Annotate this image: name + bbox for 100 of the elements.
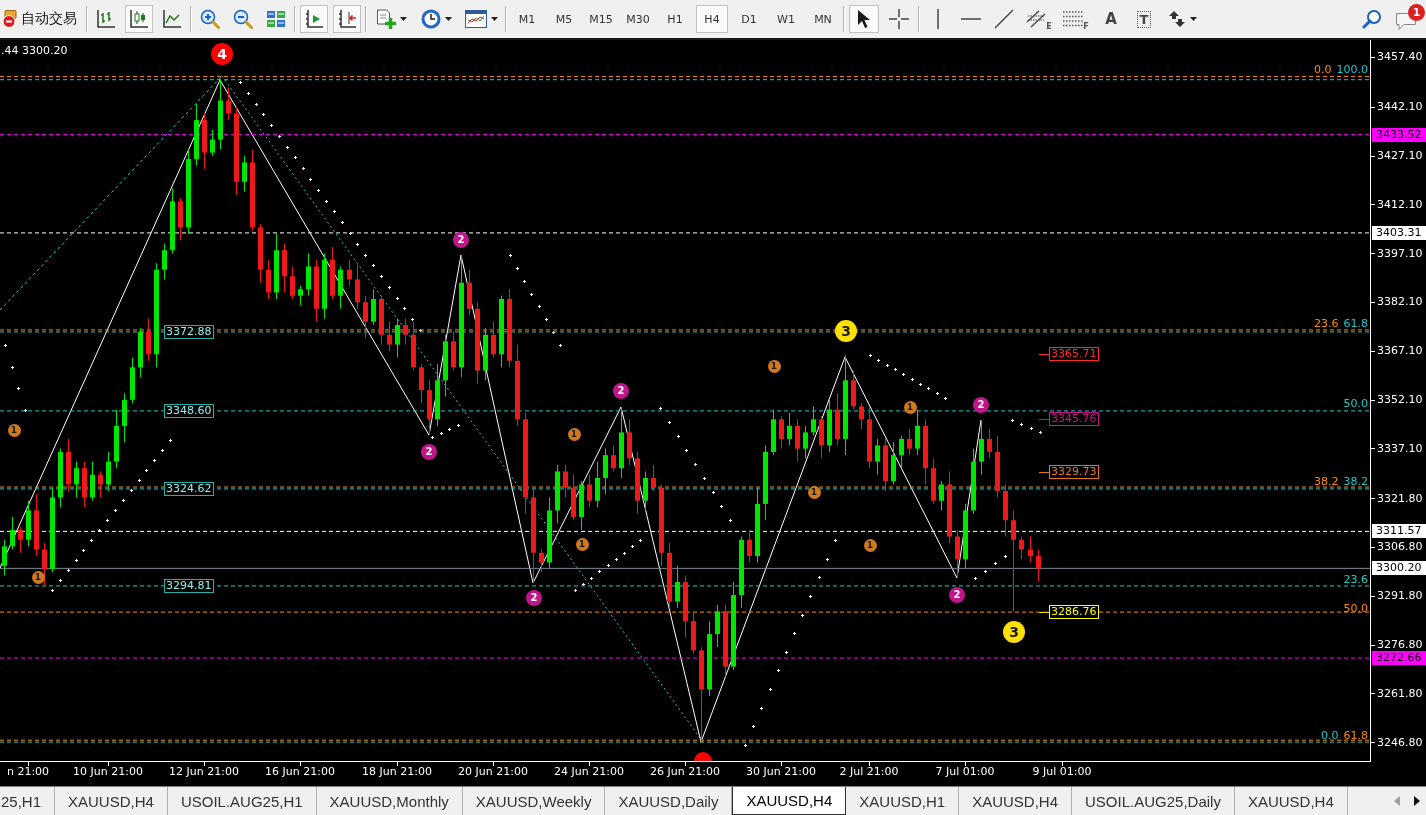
notification-badge: 1 <box>1408 4 1425 21</box>
candlestick-chart-button[interactable] <box>125 5 153 33</box>
candlestick <box>419 363 424 404</box>
price-axis-label: 3321.80 <box>1377 491 1423 505</box>
stop-sign-icon <box>2 10 17 28</box>
candlestick <box>1019 536 1024 560</box>
caret-icon <box>490 17 498 21</box>
wave-number-marker: 2 <box>421 444 437 460</box>
timeframe-button[interactable]: W1 <box>770 5 802 33</box>
wave-number-marker: 1 <box>31 570 45 584</box>
wave-number-marker: 3 <box>1003 621 1025 643</box>
candlestick <box>611 444 616 472</box>
timeframe-button[interactable]: M30 <box>622 5 654 33</box>
candlestick <box>162 243 167 280</box>
text-tool-button[interactable]: A <box>1097 5 1125 33</box>
candlestick <box>355 262 360 310</box>
candlestick <box>1036 549 1041 582</box>
timeframe-button[interactable]: H4 <box>696 5 728 33</box>
chart-shift-button[interactable] <box>333 5 361 33</box>
candlestick <box>787 412 792 446</box>
target-price-label: 3365.71 <box>1049 347 1099 361</box>
chart-tab[interactable]: USOIL.AUG25,H1 <box>167 787 317 815</box>
auto-trading-button[interactable]: 自动交易 <box>0 5 82 33</box>
timeframe-button[interactable]: MN <box>807 5 839 33</box>
chart-tab[interactable]: XAUUSD,H1 <box>846 787 960 815</box>
timeframe-button[interactable]: M15 <box>585 5 617 33</box>
axis-arrow-icon <box>337 9 357 29</box>
candlestick <box>587 474 592 508</box>
candlestick <box>90 461 95 502</box>
candlestick <box>803 425 808 459</box>
timeframe-button[interactable]: H1 <box>659 5 691 33</box>
arrows-icon <box>1167 10 1186 28</box>
search-icon <box>1362 9 1382 29</box>
chart-tab[interactable]: XAUUSD,Weekly <box>462 787 606 815</box>
wave-number-marker: 2 <box>526 590 542 606</box>
candlestick <box>603 448 608 495</box>
candlestick <box>266 259 271 300</box>
price-tag: 3272.66 <box>1372 651 1426 665</box>
tiles-icon <box>266 9 286 29</box>
candlestick <box>146 318 151 362</box>
candlestick-icon <box>129 9 149 29</box>
fibonacci-button[interactable]: F <box>1060 5 1092 33</box>
time-axis-label: 16 Jun 21:00 <box>265 765 335 778</box>
wave-number-marker: 4 <box>211 43 233 65</box>
vertical-line-icon <box>936 9 940 29</box>
cursor-icon <box>857 9 871 29</box>
candlestick <box>643 470 648 511</box>
fib-level-label: 61.8 <box>1343 317 1368 330</box>
wave-number-marker: 1 <box>863 538 877 552</box>
chat-button[interactable]: 1 <box>1394 3 1426 35</box>
chart-tab[interactable]: 25,H1 <box>0 787 56 815</box>
scroll-right-icon[interactable] <box>1414 796 1420 806</box>
price-tag: 3403.31 <box>1372 225 1426 240</box>
chart-tab[interactable]: XAUUSD,H4 <box>732 787 847 815</box>
price-axis-label: 3367.10 <box>1377 344 1423 358</box>
candlestick <box>651 464 656 492</box>
fib-level-label: 50.0 <box>1343 397 1368 410</box>
candlestick <box>306 252 311 297</box>
wave-number-marker: 1 <box>575 537 589 551</box>
time-axis-label: 2 Jul 21:00 <box>839 765 899 778</box>
text-label-button[interactable]: T <box>1130 5 1158 33</box>
caret-icon <box>444 17 452 21</box>
candlestick <box>491 321 496 359</box>
fibonacci-channel-button[interactable]: E <box>1023 5 1055 33</box>
fib-level-label: 0.0 <box>1314 63 1332 76</box>
wave-number-marker: 2 <box>613 383 629 399</box>
timeframe-button[interactable]: M5 <box>548 5 580 33</box>
price-axis-label: 3427.10 <box>1377 149 1423 162</box>
candlestick <box>779 415 784 450</box>
fib-price-label: 3324.62 <box>164 482 214 496</box>
chart-tab[interactable]: XAUUSD,H4 <box>1234 787 1348 815</box>
chart-tab[interactable]: XAUUSD,H4 <box>959 787 1072 815</box>
candlestick <box>10 516 15 551</box>
chart-tab[interactable]: XAUUSD,H4 <box>55 787 168 815</box>
candlestick <box>1028 536 1033 564</box>
bar-chart-icon <box>96 9 116 29</box>
chart-tab[interactable]: USOIL.AUG25,Daily <box>1072 787 1235 815</box>
candlestick <box>98 470 103 498</box>
clock-icon <box>420 9 441 29</box>
candlestick <box>939 480 944 511</box>
candlestick <box>875 438 880 476</box>
price-axis-label: 3412.10 <box>1377 197 1423 211</box>
auto-scroll-button[interactable] <box>300 5 328 33</box>
candlestick <box>747 529 752 564</box>
timeframe-button[interactable]: M1 <box>511 5 543 33</box>
candlestick <box>226 87 231 121</box>
time-axis-label: 24 Jun 21:00 <box>554 765 624 778</box>
wave-number-marker: 2 <box>949 587 965 603</box>
fib-level-label: 100.0 <box>1336 63 1368 76</box>
caret-icon <box>399 17 407 21</box>
candlestick <box>387 321 392 352</box>
time-axis-label: n 21:00 <box>6 765 50 778</box>
price-axis-label: 3352.10 <box>1377 393 1423 406</box>
price-axis-label: 3246.80 <box>1377 735 1423 749</box>
timeframe-button[interactable]: D1 <box>733 5 765 33</box>
candlestick <box>899 435 904 469</box>
fib-level-label: 23.6 <box>1314 317 1339 330</box>
dotted-lines-icon <box>1063 11 1084 27</box>
chart-tab[interactable]: XAUUSD,Monthly <box>316 787 463 815</box>
cursor-button[interactable] <box>849 5 879 33</box>
